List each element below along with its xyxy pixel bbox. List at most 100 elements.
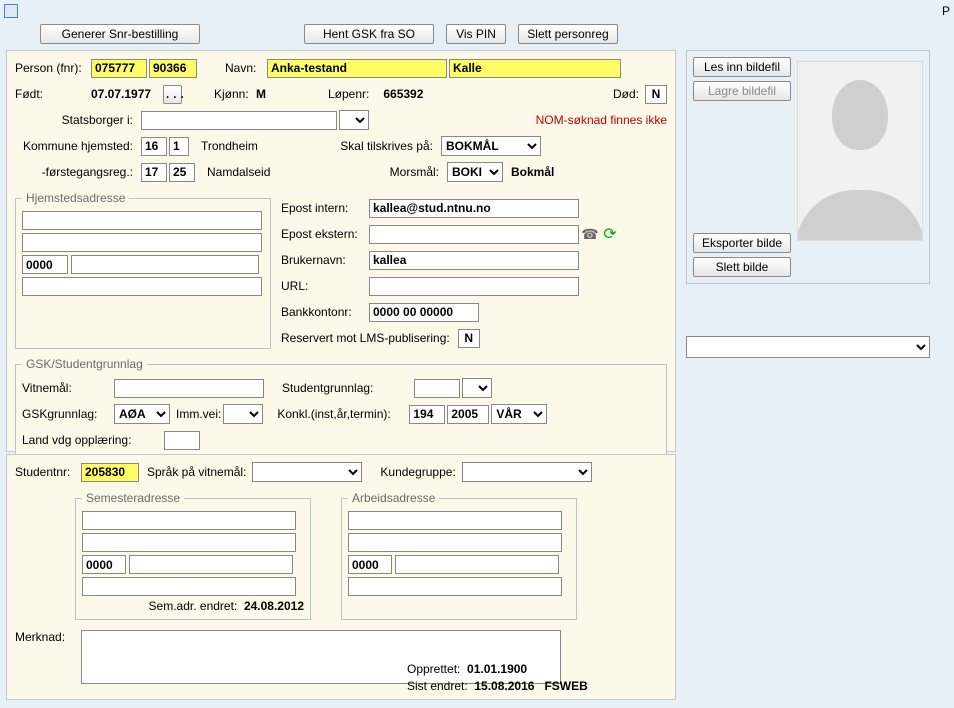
gskgrunnlag-select[interactable]: AØA	[114, 404, 170, 424]
brukernavn-label: Brukernavn:	[281, 253, 367, 267]
statsborger-input[interactable]	[141, 111, 337, 130]
url-label: URL:	[281, 279, 367, 293]
kundegruppe-label: Kundegruppe:	[380, 465, 455, 479]
kundegruppe-select[interactable]	[462, 462, 592, 482]
immvei-label: Imm.vei:	[176, 407, 221, 421]
kommune-label: Kommune hjemsted:	[15, 139, 139, 153]
tilskrives-select[interactable]: BOKMÅL	[441, 136, 541, 156]
hjem-adr4-input[interactable]	[22, 277, 262, 296]
student-panel: Studentnr: Språk på vitnemål: Kundegrupp…	[6, 454, 676, 700]
dod-label: Død:	[613, 87, 639, 101]
fornavn-input[interactable]	[449, 59, 621, 78]
generer-snr-button[interactable]: Generer Snr-bestilling	[40, 24, 200, 44]
lagre-bildefil-button[interactable]: Lagre bildefil	[693, 81, 791, 101]
etternavn-input[interactable]	[267, 59, 447, 78]
vitnemal-input[interactable]	[114, 379, 264, 398]
les-inn-bildefil-button[interactable]: Les inn bildefil	[693, 57, 791, 77]
arbadr-legend: Arbeidsadresse	[348, 491, 439, 505]
epost-ekstern-input[interactable]	[369, 225, 579, 244]
sprak-select[interactable]	[252, 462, 362, 482]
lopenr-label: Løpenr:	[328, 87, 369, 101]
forstegang-label: -førstegangsreg.:	[15, 165, 139, 179]
slett-bilde-button[interactable]: Slett bilde	[693, 257, 791, 277]
landvdg-input[interactable]	[164, 431, 200, 450]
konkl-label: Konkl.(inst,år,termin):	[277, 407, 407, 421]
kjonn-value: M	[256, 87, 296, 101]
studentgrunnlag-select[interactable]	[462, 378, 492, 398]
right-big-select[interactable]	[686, 336, 930, 358]
arb-adr4-input[interactable]	[348, 577, 562, 596]
kommune2-input[interactable]	[169, 137, 189, 156]
sem-adr1-input[interactable]	[82, 511, 296, 530]
nom-soknad-text: NOM-søknad finnes ikke	[536, 113, 667, 127]
eksporter-bilde-button[interactable]: Eksporter bilde	[693, 233, 791, 253]
konkl-ar-input[interactable]	[447, 405, 489, 424]
arb-adr1-input[interactable]	[348, 511, 562, 530]
hjem-poststed-input[interactable]	[71, 255, 259, 274]
hjem-adr1-input[interactable]	[22, 211, 262, 230]
semadr-legend: Semesteradresse	[82, 491, 184, 505]
refresh-icon[interactable]: ⟳	[601, 225, 619, 243]
epost-intern-label: Epost intern:	[281, 201, 367, 215]
dod-input[interactable]	[645, 85, 667, 104]
reservert-label: Reservert mot LMS-publisering:	[281, 331, 450, 345]
kommune1-input[interactable]	[141, 137, 167, 156]
tilskrives-label: Skal tilskrives på:	[313, 139, 433, 153]
gsk-fieldset: GSK/Studentgrunnlag Vitnemål: Studentgru…	[15, 357, 667, 462]
silhouette-body-icon	[797, 190, 923, 241]
morsmal-select[interactable]: BOKI	[447, 162, 503, 182]
kommune-navn: Trondheim	[201, 139, 311, 153]
vis-pin-button[interactable]: Vis PIN	[446, 24, 506, 44]
vitnemal-label: Vitnemål:	[22, 381, 112, 395]
statsborger-select[interactable]	[339, 110, 369, 130]
hjem-postnr-input[interactable]	[22, 255, 68, 274]
opprettet2-label: Opprettet:	[407, 661, 460, 678]
url-input[interactable]	[369, 277, 579, 296]
arb-poststed-input[interactable]	[395, 555, 559, 574]
window-icon	[4, 4, 18, 18]
endret2-av: FSWEB	[544, 679, 587, 693]
slett-personreg-button[interactable]: Slett personreg	[518, 24, 618, 44]
semadr-endret-label: Sem.adr. endret:	[149, 599, 238, 613]
immvei-select[interactable]	[223, 404, 263, 424]
fodt-label: Født:	[15, 87, 89, 101]
sem-adr2-input[interactable]	[82, 533, 296, 552]
konkl-termin-select[interactable]: VÅR	[491, 404, 547, 424]
arb-adr2-input[interactable]	[348, 533, 562, 552]
bankkonto-input[interactable]	[369, 303, 479, 322]
titlebar-right: P	[942, 4, 950, 18]
arb-postnr-input[interactable]	[348, 555, 392, 574]
endret2-value: 15.08.2016	[474, 679, 534, 693]
photo-placeholder	[797, 61, 923, 241]
person-panel: Person (fnr): Navn: Født: 07.07.1977 ...…	[6, 50, 676, 452]
lopenr-value: 665392	[383, 87, 423, 101]
fnr-label: Person (fnr):	[15, 61, 89, 75]
brukernavn-input[interactable]	[369, 251, 579, 270]
endret2-label: Sist endret:	[407, 678, 468, 695]
epost-intern-input[interactable]	[369, 199, 579, 218]
landvdg-label: Land vdg opplæring:	[22, 433, 162, 447]
fodt-browse-button[interactable]: ...	[163, 85, 182, 104]
sem-poststed-input[interactable]	[129, 555, 293, 574]
kjonn-label: Kjønn:	[214, 87, 254, 101]
studentgrunnlag-input[interactable]	[414, 379, 460, 398]
contact-icon[interactable]: ☎	[581, 225, 599, 243]
fnr1-input[interactable]	[91, 59, 147, 78]
studentgrunnlag-label: Studentgrunnlag:	[282, 381, 412, 395]
hjem-adr2-input[interactable]	[22, 233, 262, 252]
navn-label: Navn:	[225, 61, 265, 75]
fnr2-input[interactable]	[149, 59, 197, 78]
sem-adr4-input[interactable]	[82, 577, 296, 596]
merknad-label: Merknad:	[15, 630, 79, 644]
arbadr-fieldset: Arbeidsadresse	[341, 491, 577, 620]
gskgrunnlag-label: GSKgrunnlag:	[22, 407, 112, 421]
forstegang1-input[interactable]	[141, 163, 167, 182]
forstegang2-input[interactable]	[169, 163, 195, 182]
studentnr-input[interactable]	[81, 463, 139, 482]
hent-gsk-button[interactable]: Hent GSK fra SO	[304, 24, 434, 44]
reservert-input[interactable]	[458, 329, 480, 348]
sem-postnr-input[interactable]	[82, 555, 126, 574]
konkl-inst-input[interactable]	[409, 405, 445, 424]
bankkonto-label: Bankkontonr:	[281, 305, 367, 319]
fodt-value: 07.07.1977	[91, 87, 161, 101]
